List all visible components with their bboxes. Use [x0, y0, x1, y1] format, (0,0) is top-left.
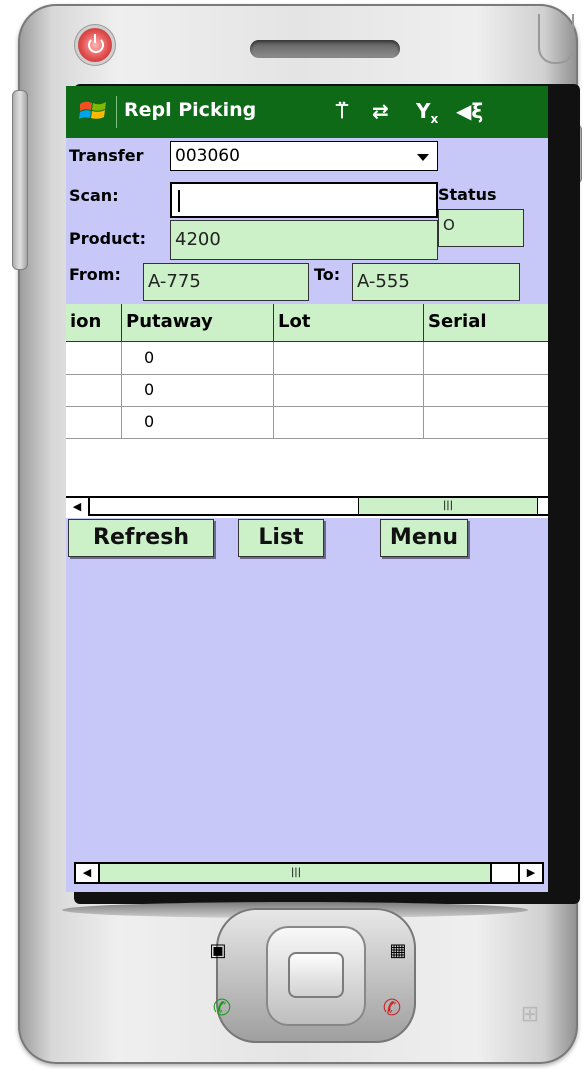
product-label: Product:	[69, 229, 146, 248]
to-label: To:	[314, 265, 341, 284]
cell-putaway: 0	[122, 406, 274, 438]
cell-location	[66, 342, 122, 374]
cell-putaway: 0	[122, 374, 274, 406]
cell-location	[66, 406, 122, 438]
refresh-button[interactable]: Refresh	[68, 519, 214, 557]
device-screen: Repl Picking ⍡ ⇄ Yx ◀ξ Transfer 003060 S…	[66, 86, 548, 892]
sync-icon: ⇄	[372, 99, 389, 123]
dpad-center-button[interactable]	[288, 952, 344, 998]
cell-serial	[424, 406, 548, 438]
status-label: Status	[438, 185, 497, 204]
status-value: O	[443, 216, 455, 234]
cell-lot	[274, 342, 424, 374]
side-volume-button[interactable]	[12, 90, 28, 270]
table-row[interactable]: 0	[66, 342, 548, 375]
transfer-dropdown[interactable]: 003060	[170, 141, 438, 171]
stylus-slot	[538, 14, 574, 64]
cell-location	[66, 374, 122, 406]
windows-start-icon[interactable]	[78, 96, 108, 126]
cell-putaway: 0	[122, 342, 274, 374]
no-signal-icon: Yx	[416, 99, 439, 126]
cell-serial	[424, 374, 548, 406]
grid-horizontal-scrollbar[interactable]: ◀ |||	[66, 496, 548, 516]
from-label: From:	[69, 265, 121, 284]
data-grid[interactable]: ion Putaway Lot Serial 0 0 0 ◀ |||	[66, 304, 548, 518]
cell-lot	[274, 374, 424, 406]
volume-icon[interactable]: ◀ξ	[456, 99, 483, 123]
scroll-left-icon[interactable]: ◀	[66, 498, 90, 516]
column-header-location[interactable]: ion	[66, 304, 122, 342]
product-field: 4200	[170, 220, 438, 260]
end-call-icon[interactable]: ✆	[374, 994, 410, 1024]
antenna-icon: ⍡	[336, 99, 348, 123]
column-header-putaway[interactable]: Putaway	[122, 304, 274, 342]
call-icon[interactable]: ✆	[204, 994, 240, 1024]
scan-label: Scan:	[69, 186, 119, 205]
scan-input[interactable]	[170, 182, 438, 218]
windows-logo-icon: ⊞	[520, 1002, 540, 1027]
from-value: A-775	[148, 271, 201, 292]
product-value: 4200	[175, 229, 221, 250]
speaker-grille	[250, 40, 400, 58]
app-title: Repl Picking	[124, 99, 257, 121]
table-row[interactable]: 0	[66, 374, 548, 407]
menu-button[interactable]: Menu	[380, 519, 468, 557]
status-field: O	[438, 209, 524, 247]
list-button[interactable]: List	[238, 519, 324, 557]
transfer-label: Transfer	[69, 146, 144, 165]
column-header-serial[interactable]: Serial	[424, 304, 548, 342]
title-separator	[116, 96, 117, 128]
to-value: A-555	[357, 271, 410, 292]
column-header-lot[interactable]: Lot	[274, 304, 424, 342]
contacts-icon[interactable]: ▣	[200, 936, 236, 966]
transfer-value: 003060	[175, 146, 240, 166]
title-bar: Repl Picking ⍡ ⇄ Yx ◀ξ	[66, 86, 548, 138]
cell-serial	[424, 342, 548, 374]
from-field: A-775	[143, 263, 309, 301]
chevron-down-icon	[417, 154, 429, 161]
text-caret	[178, 190, 180, 212]
hardware-controls: ▣ ▦ ✆ ✆ ⊞	[38, 880, 548, 1050]
power-button[interactable]	[78, 28, 112, 62]
scrollbar-thumb[interactable]: |||	[358, 498, 538, 514]
table-row[interactable]: 0	[66, 406, 548, 439]
keyboard-icon[interactable]: ▦	[380, 936, 416, 966]
to-field: A-555	[352, 263, 520, 301]
cell-lot	[274, 406, 424, 438]
